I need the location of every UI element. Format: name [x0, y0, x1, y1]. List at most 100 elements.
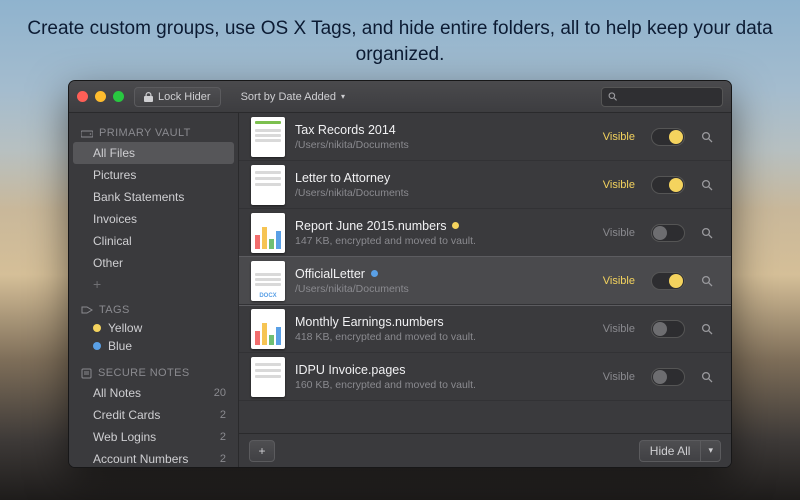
tag-dot-icon: [371, 270, 378, 277]
sidebar-item-label: Bank Statements: [93, 190, 184, 204]
tag-yellow[interactable]: Yellow: [69, 319, 238, 337]
tag-label: Blue: [108, 339, 132, 353]
search-icon: [701, 275, 713, 287]
sidebar-item-pictures[interactable]: Pictures: [69, 164, 238, 186]
tag-dot-icon: [93, 324, 101, 332]
file-subtext: /Users/nikita/Documents: [295, 283, 593, 295]
marketing-tagline: Create custom groups, use OS X Tags, and…: [0, 16, 800, 67]
section-label: PRIMARY VAULT: [99, 127, 191, 139]
reveal-button[interactable]: [701, 131, 719, 143]
visibility-toggle[interactable]: [651, 368, 685, 386]
sidebar-item-label: All Files: [93, 146, 135, 160]
minimize-icon[interactable]: [95, 91, 106, 102]
file-row[interactable]: IDPU Invoice.pages 160 KB, encrypted and…: [239, 353, 731, 401]
search-field[interactable]: [601, 87, 723, 107]
lock-hider-label: Lock Hider: [158, 91, 211, 103]
titlebar: Lock Hider Sort by Date Added ▾: [69, 81, 731, 113]
sidebar-item-other[interactable]: Other: [69, 252, 238, 274]
file-list: Tax Records 2014 /Users/nikita/Documents…: [239, 113, 731, 433]
search-icon: [701, 323, 713, 335]
file-row[interactable]: Tax Records 2014 /Users/nikita/Documents…: [239, 113, 731, 161]
tag-dot-icon: [452, 222, 459, 229]
file-thumb-doc-icon: [251, 357, 285, 397]
reveal-button[interactable]: [701, 323, 719, 335]
search-input[interactable]: [623, 91, 716, 103]
drive-icon: [81, 128, 93, 138]
note-label: All Notes: [93, 386, 141, 400]
hide-all-button[interactable]: Hide All ▾: [639, 440, 721, 462]
file-meta: IDPU Invoice.pages 160 KB, encrypted and…: [295, 363, 593, 391]
tag-dot-icon: [93, 342, 101, 350]
file-name: Letter to Attorney: [295, 171, 593, 185]
file-row[interactable]: Report June 2015.numbers 147 KB, encrypt…: [239, 209, 731, 257]
file-thumb-chart-icon: [251, 213, 285, 253]
sort-menu[interactable]: Sort by Date Added ▾: [241, 91, 345, 103]
file-name: Tax Records 2014: [295, 123, 593, 137]
file-thumb-doc-icon: [251, 117, 285, 157]
file-subtext: 418 KB, encrypted and moved to vault.: [295, 331, 593, 343]
file-row[interactable]: OfficialLetter /Users/nikita/DocumentsVi…: [239, 257, 731, 305]
note-label: Credit Cards: [93, 408, 160, 422]
tag-icon: [81, 305, 93, 315]
search-icon: [701, 371, 713, 383]
visibility-toggle[interactable]: [651, 176, 685, 194]
note-count: 2: [220, 453, 226, 465]
file-row[interactable]: Monthly Earnings.numbers 418 KB, encrypt…: [239, 305, 731, 353]
notes-icon: [81, 368, 92, 379]
file-name: Report June 2015.numbers: [295, 219, 593, 233]
lock-icon: [144, 92, 153, 102]
reveal-button[interactable]: [701, 227, 719, 239]
visibility-toggle[interactable]: [651, 128, 685, 146]
note-group-credit-cards[interactable]: Credit Cards2: [69, 404, 238, 426]
chevron-down-icon: ▾: [701, 445, 720, 456]
search-icon: [701, 179, 713, 191]
visibility-label: Visible: [603, 323, 635, 335]
app-window: Lock Hider Sort by Date Added ▾ PRIMARY …: [68, 80, 732, 468]
note-group-account-numbers[interactable]: Account Numbers 2: [69, 448, 238, 467]
visibility-label: Visible: [603, 131, 635, 143]
file-name: IDPU Invoice.pages: [295, 363, 593, 377]
file-meta: OfficialLetter /Users/nikita/Documents: [295, 267, 593, 295]
section-label: SECURE NOTES: [98, 367, 190, 379]
section-primary-vault: PRIMARY VAULT: [69, 121, 238, 142]
note-group-web-logins[interactable]: Web Logins2: [69, 426, 238, 448]
file-meta: Tax Records 2014 /Users/nikita/Documents: [295, 123, 593, 151]
search-icon: [701, 131, 713, 143]
sidebar-item-label: Invoices: [93, 212, 137, 226]
note-label: Account Numbers: [93, 452, 188, 466]
search-icon: [608, 91, 617, 102]
file-thumb-docx-icon: [251, 261, 285, 301]
sidebar-item-bank-statements[interactable]: Bank Statements: [69, 186, 238, 208]
lock-hider-button[interactable]: Lock Hider: [134, 87, 221, 107]
reveal-button[interactable]: [701, 275, 719, 287]
visibility-toggle[interactable]: [651, 224, 685, 242]
sidebar-item-label: Clinical: [93, 234, 132, 248]
reveal-button[interactable]: [701, 371, 719, 383]
file-subtext: /Users/nikita/Documents: [295, 139, 593, 151]
chevron-down-icon: ▾: [341, 92, 345, 101]
visibility-toggle[interactable]: [651, 272, 685, 290]
footer-bar: + Hide All ▾: [239, 433, 731, 467]
close-icon[interactable]: [77, 91, 88, 102]
add-file-button[interactable]: +: [249, 440, 275, 462]
sidebar-item-invoices[interactable]: Invoices: [69, 208, 238, 230]
section-label: TAGS: [99, 304, 130, 316]
add-group-button[interactable]: +: [69, 274, 238, 298]
sort-label: Sort by Date Added: [241, 91, 336, 103]
note-group-all-notes[interactable]: All Notes20: [69, 382, 238, 404]
sidebar-item-all-files[interactable]: All Files: [73, 142, 234, 164]
sidebar-item-clinical[interactable]: Clinical: [69, 230, 238, 252]
zoom-icon[interactable]: [113, 91, 124, 102]
visibility-label: Visible: [603, 371, 635, 383]
reveal-button[interactable]: [701, 179, 719, 191]
file-subtext: 147 KB, encrypted and moved to vault.: [295, 235, 593, 247]
file-thumb-chart-icon: [251, 309, 285, 349]
file-row[interactable]: Letter to Attorney /Users/nikita/Documen…: [239, 161, 731, 209]
tag-blue[interactable]: Blue: [69, 337, 238, 355]
section-secure-notes: SECURE NOTES: [69, 361, 238, 382]
file-name: OfficialLetter: [295, 267, 593, 281]
visibility-toggle[interactable]: [651, 320, 685, 338]
file-meta: Monthly Earnings.numbers 418 KB, encrypt…: [295, 315, 593, 343]
file-meta: Letter to Attorney /Users/nikita/Documen…: [295, 171, 593, 199]
note-count: 2: [220, 431, 226, 443]
